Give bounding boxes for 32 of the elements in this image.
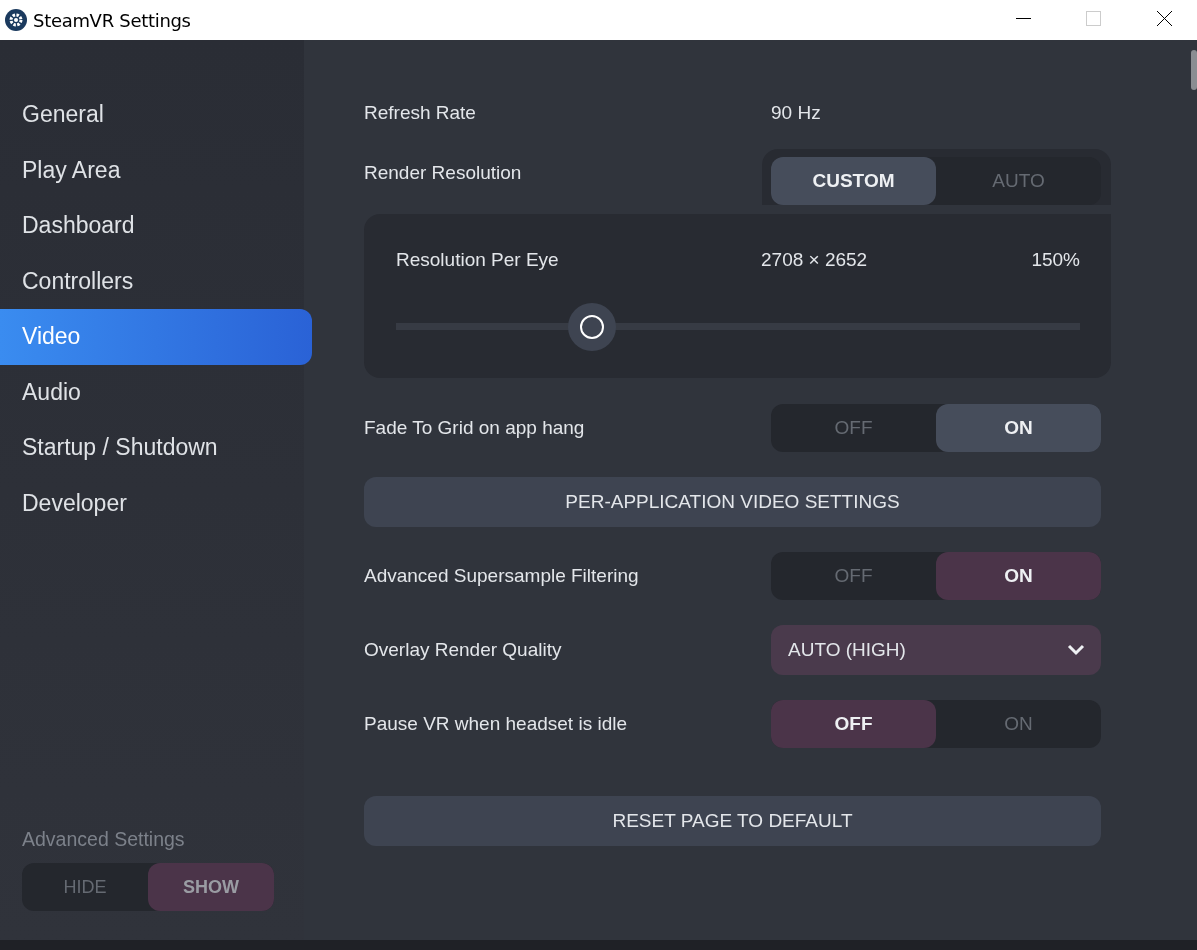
sidebar-item[interactable]: Startup / Shutdown xyxy=(0,420,290,476)
segment-option[interactable]: ON xyxy=(936,552,1101,600)
gear-icon xyxy=(5,9,27,31)
setting-label: Refresh Rate xyxy=(364,102,476,124)
segment-option[interactable]: SHOW xyxy=(148,863,274,911)
chevron-down-icon xyxy=(1067,644,1085,656)
reset-button[interactable]: RESET PAGE TO DEFAULT xyxy=(364,796,1101,846)
setting-value: 90 Hz xyxy=(771,102,822,124)
sidebar-item[interactable]: Controllers xyxy=(0,253,290,309)
settings-button[interactable]: PER-APPLICATION VIDEO SETTINGS xyxy=(364,477,1101,527)
slider-thumb[interactable] xyxy=(568,303,617,351)
percent-value: 150% xyxy=(1031,249,1080,271)
setting-label: Pause VR when headset is idle xyxy=(364,713,627,735)
setting-label: Advanced Supersample Filtering xyxy=(364,565,639,587)
sidebar-item[interactable]: Play Area xyxy=(0,142,290,198)
setting-label: Render Resolution xyxy=(364,162,522,184)
setting-label: Overlay Render Quality xyxy=(364,639,562,661)
segment-option[interactable]: ON xyxy=(936,404,1101,452)
section-label: Advanced Settings xyxy=(22,828,186,851)
scrollbar-thumb[interactable] xyxy=(1191,50,1197,90)
sidebar-item[interactable]: Audio xyxy=(0,364,290,420)
window-title: SteamVR Settings xyxy=(33,9,192,31)
sidebar-item[interactable]: Developer xyxy=(0,475,290,531)
segment-option[interactable]: CUSTOM xyxy=(771,157,936,205)
sidebar-item[interactable]: Video xyxy=(0,309,312,365)
setting-label: Resolution Per Eye xyxy=(396,249,560,271)
resolution-value: 2708 × 2652 xyxy=(761,249,869,271)
sidebar-item[interactable]: Dashboard xyxy=(0,198,290,254)
segment-option[interactable]: OFF xyxy=(771,700,936,748)
sidebar-item[interactable]: General xyxy=(0,87,290,143)
quality-dropdown[interactable]: AUTO (HIGH) xyxy=(771,625,1101,675)
setting-label: Fade To Grid on app hang xyxy=(364,417,585,439)
